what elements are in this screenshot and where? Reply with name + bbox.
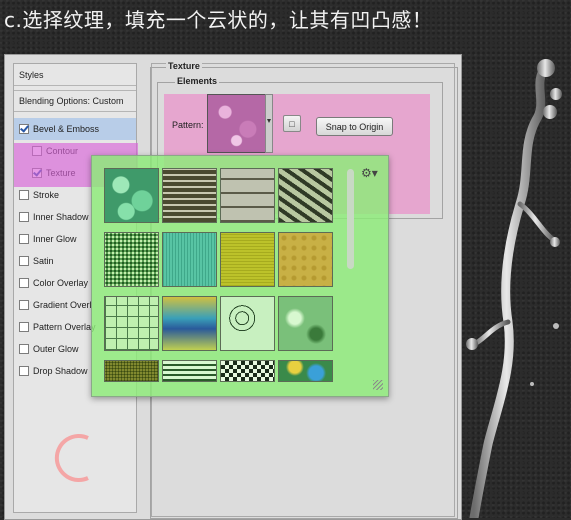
pattern-tile-dotted-grid[interactable] — [278, 232, 333, 287]
checkbox[interactable] — [19, 300, 29, 310]
pattern-tile-zebra-stripes[interactable] — [278, 168, 333, 223]
new-page-icon: □ — [289, 118, 295, 129]
sidebar-item-label: Drop Shadow — [33, 366, 88, 376]
resize-grip-icon[interactable] — [373, 380, 383, 390]
pattern-tile-teal-fabric[interactable] — [162, 232, 217, 287]
texture-group-title: Texture — [166, 61, 202, 71]
pattern-tile-brick-stack[interactable] — [220, 168, 275, 223]
checkbox[interactable] — [19, 234, 29, 244]
sidebar-item-label: Stroke — [33, 190, 60, 200]
pattern-tile-green-bubbles[interactable] — [104, 168, 159, 223]
pattern-tile-olive-canvas[interactable] — [220, 232, 275, 287]
checkbox[interactable] — [19, 278, 29, 288]
sidebar-item-label: Color Overlay — [33, 278, 89, 288]
sidebar-item-label: Pattern Overlay — [33, 322, 96, 332]
checkbox[interactable] — [19, 212, 29, 222]
pattern-label: Pattern: — [172, 120, 204, 130]
sidebar-item-label: Bevel & Emboss — [33, 124, 100, 134]
pattern-tile-green-noise[interactable] — [104, 232, 159, 287]
checkbox[interactable] — [19, 256, 29, 266]
new-preset-button[interactable]: □ — [283, 115, 301, 132]
pattern-tile-colorful-marble[interactable] — [278, 360, 333, 382]
decorative-letter-c — [54, 434, 89, 482]
tutorial-caption: c.选择纹理，填充一个云状的，让其有凹凸感！ — [4, 8, 433, 32]
pattern-tile-checkerboard[interactable] — [220, 360, 275, 382]
picker-scrollbar[interactable] — [346, 167, 355, 382]
pattern-dropdown-arrow[interactable] — [265, 94, 273, 153]
scrollbar-thumb[interactable] — [347, 169, 354, 269]
checkbox[interactable] — [19, 366, 29, 376]
pattern-swatch[interactable] — [207, 94, 266, 153]
checkbox[interactable] — [19, 322, 29, 332]
styles-header[interactable]: Styles — [14, 64, 136, 86]
liquid-splash-image — [466, 59, 562, 518]
pattern-tile-blue-gradient-waves[interactable] — [162, 296, 217, 351]
sidebar-item-label: Gradient Overl — [33, 300, 92, 310]
snap-to-origin-button[interactable]: Snap to Origin — [316, 117, 393, 136]
pattern-tile-olive-granite[interactable] — [104, 360, 159, 382]
pattern-tile-contour-lines[interactable] — [220, 296, 275, 351]
blending-options-item[interactable]: Blending Options: Custom — [14, 90, 136, 112]
sidebar-item-label: Satin — [33, 256, 54, 266]
checkbox[interactable] — [19, 344, 29, 354]
sidebar-item-label: Outer Glow — [33, 344, 79, 354]
sidebar-item-label: Inner Shadow — [33, 212, 89, 222]
gear-icon[interactable]: ⚙▾ — [361, 166, 378, 180]
pattern-tile-weave-dark[interactable] — [162, 168, 217, 223]
pattern-tile-green-tiles[interactable] — [104, 296, 159, 351]
checkbox[interactable] — [19, 190, 29, 200]
checkbox[interactable] — [19, 124, 29, 134]
pattern-tile-crumpled-green[interactable] — [278, 296, 333, 351]
elements-group-title: Elements — [175, 76, 220, 86]
pattern-tile-concentric-squares[interactable] — [162, 360, 217, 382]
sidebar-item-label: Inner Glow — [33, 234, 77, 244]
sidebar-item-bevel-emboss[interactable]: Bevel & Emboss — [14, 118, 136, 140]
